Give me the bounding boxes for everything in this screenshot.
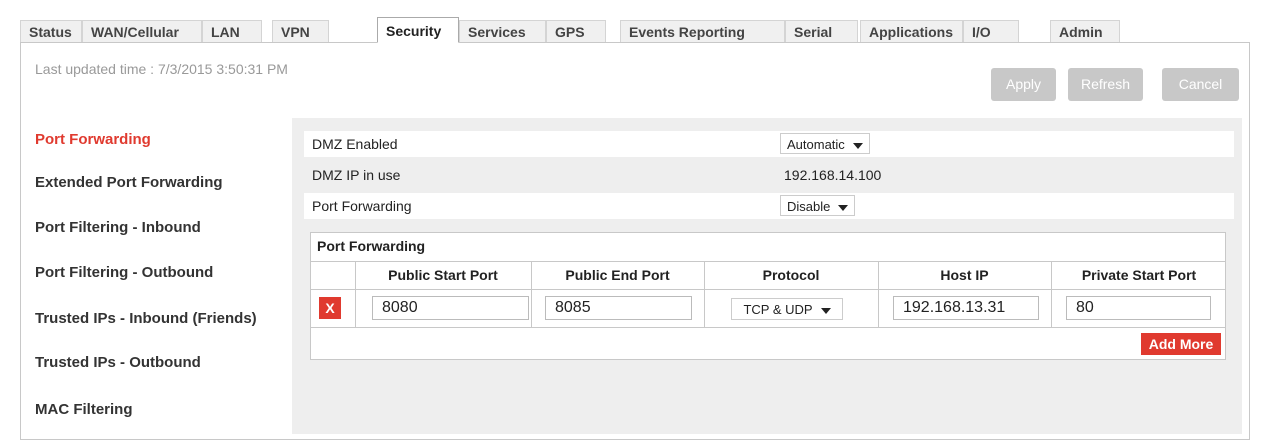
tab-services[interactable]: Services — [459, 20, 546, 42]
sidebar-item-port-filtering-outbound[interactable]: Port Filtering - Outbound — [35, 264, 213, 281]
column-header-public-start-port: Public Start Port — [388, 267, 498, 283]
sidebar-item-port-forwarding[interactable]: Port Forwarding — [35, 131, 151, 148]
column-header-public-end-port: Public End Port — [565, 267, 670, 283]
table-divider — [311, 289, 1225, 290]
port-forwarding-table: Port Forwarding Public Start Port Public… — [310, 232, 1226, 360]
main-panel: Last updated time : 7/3/2015 3:50:31 PM … — [20, 42, 1250, 440]
tab-lan[interactable]: LAN — [202, 20, 262, 42]
chevron-down-icon — [852, 142, 863, 149]
tab-vpn[interactable]: VPN — [272, 20, 329, 42]
tab-admin[interactable]: Admin — [1050, 20, 1120, 42]
tab-gps[interactable]: GPS — [546, 20, 606, 42]
tab-io[interactable]: I/O — [963, 20, 1019, 42]
last-updated-text: Last updated time : 7/3/2015 3:50:31 PM — [35, 61, 288, 77]
port-forwarding-table-title: Port Forwarding — [317, 238, 426, 254]
port-forwarding-content: DMZ Enabled Automatic DMZ IP in use 192.… — [292, 118, 1242, 434]
dmz-ip-row: DMZ IP in use 192.168.14.100 — [304, 162, 1234, 188]
public-start-port-input[interactable] — [372, 296, 529, 320]
sidebar-item-extended-port-forwarding[interactable]: Extended Port Forwarding — [35, 174, 223, 191]
sidebar-item-port-filtering-inbound[interactable]: Port Filtering - Inbound — [35, 219, 201, 236]
dmz-ip-value: 192.168.14.100 — [784, 167, 882, 183]
column-header-protocol: Protocol — [762, 267, 820, 283]
table-divider — [311, 327, 1225, 328]
public-end-port-input[interactable] — [545, 296, 692, 320]
tab-serial[interactable]: Serial — [785, 20, 858, 42]
sidebar-item-trusted-ips-outbound[interactable]: Trusted IPs - Outbound — [35, 354, 201, 371]
column-header-host-ip: Host IP — [940, 267, 989, 283]
protocol-value: TCP & UDP — [743, 302, 813, 317]
apply-button[interactable]: Apply — [991, 68, 1056, 101]
tab-wan-cellular[interactable]: WAN/Cellular — [82, 20, 202, 42]
dmz-ip-label: DMZ IP in use — [312, 167, 401, 183]
port-forwarding-row: Port Forwarding Disable — [304, 193, 1234, 219]
tab-security[interactable]: Security — [377, 17, 459, 43]
cancel-button[interactable]: Cancel — [1162, 68, 1239, 101]
add-more-button[interactable]: Add More — [1141, 333, 1221, 355]
table-divider — [311, 261, 1225, 262]
host-ip-input[interactable] — [893, 296, 1039, 320]
protocol-select[interactable]: TCP & UDP — [731, 298, 843, 320]
dmz-enabled-value: Automatic — [787, 137, 845, 152]
tab-events-reporting[interactable]: Events Reporting — [620, 20, 785, 42]
sidebar-item-trusted-ips-inbound[interactable]: Trusted IPs - Inbound (Friends) — [35, 310, 257, 327]
column-header-private-start-port: Private Start Port — [1081, 267, 1197, 283]
delete-row-button[interactable]: X — [319, 297, 341, 319]
tab-applications[interactable]: Applications — [860, 20, 963, 42]
top-navigation-tabs: Status WAN/Cellular LAN VPN Security Ser… — [20, 0, 1250, 43]
port-forwarding-select[interactable]: Disable — [780, 195, 856, 216]
chevron-down-icon — [820, 307, 831, 314]
tab-status[interactable]: Status — [20, 20, 82, 42]
dmz-enabled-label: DMZ Enabled — [312, 136, 398, 152]
dmz-enabled-select[interactable]: Automatic — [780, 133, 870, 154]
port-forwarding-label: Port Forwarding — [312, 198, 412, 214]
private-start-port-input[interactable] — [1066, 296, 1211, 320]
dmz-enabled-row: DMZ Enabled Automatic — [304, 131, 1234, 157]
sidebar-item-mac-filtering[interactable]: MAC Filtering — [35, 401, 133, 418]
refresh-button[interactable]: Refresh — [1068, 68, 1143, 101]
port-forwarding-value: Disable — [787, 199, 831, 214]
chevron-down-icon — [838, 204, 849, 211]
